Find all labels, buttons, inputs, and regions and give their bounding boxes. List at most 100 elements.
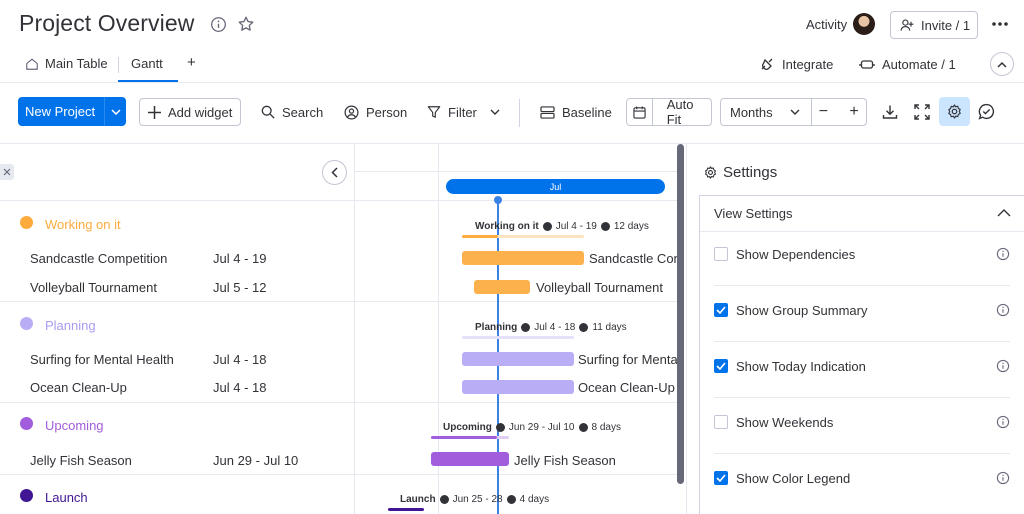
chevron-down-icon[interactable] [104,97,126,126]
dot-icon [579,323,589,332]
new-project-button[interactable]: New Project [18,97,126,126]
item-name[interactable]: Jelly Fish Season [30,453,132,468]
more-icon[interactable] [990,14,1010,34]
auto-fit-button[interactable]: Auto Fit [626,97,712,127]
integrate-label: Integrate [782,56,834,72]
info-icon[interactable] [208,14,228,34]
item-name[interactable]: Surfing for Mental Health [30,352,174,367]
dot-icon [578,423,588,432]
info-icon[interactable] [996,415,1010,429]
person-label: Person [366,104,408,120]
item-date: Jul 4 - 18 [213,380,267,395]
integrate-button[interactable]: Integrate [759,56,833,72]
tab-main-table[interactable]: Main Table [25,56,108,71]
baseline-label: Baseline [562,104,612,120]
setting-option[interactable]: Show Weekends [714,412,1010,432]
gear-icon [947,104,962,119]
group-title[interactable]: Working on it [45,217,121,232]
setting-option[interactable]: Show Today Indication [714,356,1010,376]
automate-button[interactable]: Automate / 1 [859,56,956,72]
months-select[interactable]: Months − + [720,98,867,126]
star-icon[interactable] [236,14,256,34]
item-date: Jul 5 - 12 [213,280,267,295]
fullscreen-icon[interactable] [913,103,931,121]
setting-checkbox[interactable] [714,303,728,317]
add-view-button[interactable]: + [187,54,196,71]
setting-checkbox[interactable] [714,471,728,485]
add-widget-label: Add widget [168,104,233,120]
filter-button[interactable]: Filter [427,98,500,126]
chevron-down-icon [490,109,500,115]
info-icon[interactable] [996,303,1010,317]
setting-label: Show Weekends [736,414,834,430]
activity-button[interactable]: Activity [806,17,847,32]
info-icon[interactable] [996,359,1010,373]
setting-checkbox[interactable] [714,247,728,261]
setting-checkbox[interactable] [714,415,728,429]
search-button[interactable]: Search [261,98,323,126]
tab-gantt[interactable]: Gantt [131,56,163,71]
download-icon[interactable] [881,103,899,121]
group-title[interactable]: Planning [45,318,96,333]
group-summary-title: Upcoming [443,422,492,433]
group-title[interactable]: Upcoming [45,418,104,433]
dot-icon [542,222,552,231]
item-date: Jun 29 - Jul 10 [213,453,299,468]
zoom-in-button[interactable]: + [842,99,866,125]
auto-fit-label: Auto Fit [666,97,694,127]
close-icon[interactable] [0,164,14,180]
group-summary: Working on it Jul 4 - 19 12 days [475,221,649,232]
page-title: Project Overview [19,10,195,36]
gantt-scrollbar[interactable] [677,144,684,484]
setting-option[interactable]: Show Dependencies [714,244,1010,264]
invite-button[interactable]: Invite / 1 [890,11,978,39]
baseline-button[interactable]: Baseline [540,98,612,126]
group-color-dot [20,216,33,229]
setting-option[interactable]: Show Group Summary [714,300,1010,320]
item-name[interactable]: Ocean Clean-Up [30,380,127,395]
plus-icon [148,105,161,119]
info-icon[interactable] [996,247,1010,261]
chevron-up-icon [997,61,1007,68]
gantt-bar[interactable] [462,352,574,366]
settings-button[interactable] [939,97,970,126]
chevron-left-icon [331,167,338,178]
baseline-icon [540,105,555,119]
gantt-bar[interactable] [462,380,574,394]
setting-option[interactable]: Show Color Legend [714,468,1010,488]
add-widget-button[interactable]: Add widget [139,98,242,126]
group-summary-duration: 4 days [519,494,550,505]
group-summary-progress [431,436,497,439]
group-summary-range: Jun 29 - Jul 10 [508,422,575,433]
person-filter-button[interactable]: Person [344,98,407,126]
group-summary: Planning Jul 4 - 18 11 days [475,322,627,333]
collapse-table-button[interactable] [322,160,347,185]
group-color-dot [20,489,33,502]
table-gantt-divider [354,144,355,514]
collapse-header-button[interactable] [990,52,1014,76]
setting-checkbox[interactable] [714,359,728,373]
item-name[interactable]: Volleyball Tournament [30,280,157,295]
timeline-header-divider [355,171,677,172]
home-icon [25,57,39,71]
avatar[interactable] [853,13,875,35]
view-settings-header[interactable]: View Settings [714,206,793,221]
search-icon [261,105,275,119]
gantt-bar[interactable] [474,280,530,294]
gantt-bar[interactable] [462,251,584,265]
row-divider [0,402,677,403]
chevron-up-icon[interactable] [996,207,1012,219]
zoom-out-button[interactable]: − [810,99,835,125]
dot-icon [521,323,531,332]
option-divider [714,397,1010,398]
gantt-bar[interactable] [431,452,509,466]
item-name[interactable]: Sandcastle Competition [30,251,167,266]
new-project-label: New Project [25,104,96,119]
chat-icon[interactable] [977,102,996,121]
info-icon[interactable] [996,471,1010,485]
settings-header: Settings [704,164,777,181]
option-divider [714,285,1010,286]
month-header: Jul [446,179,665,194]
settings-title: Settings [723,164,778,181]
group-title[interactable]: Launch [45,490,88,505]
